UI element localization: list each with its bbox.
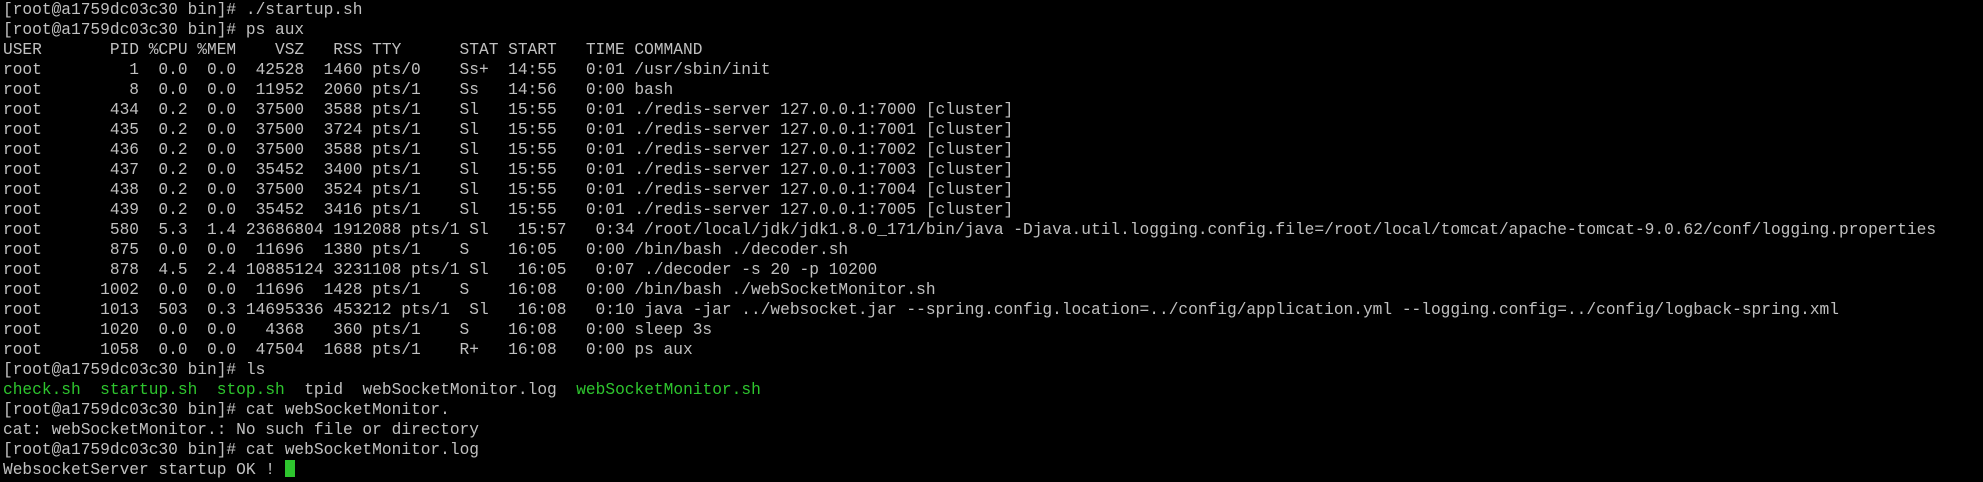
file-separator	[557, 381, 576, 399]
output-line: root 580 5.3 1.4 23686804 1912088 pts/1 …	[3, 220, 1981, 240]
output-line: root 436 0.2 0.0 37500 3588 pts/1 Sl 15:…	[3, 140, 1981, 160]
typed-command: cat webSocketMonitor.	[245, 401, 450, 419]
output-text: root 878 4.5 2.4 10885124 3231108 pts/1 …	[3, 261, 878, 279]
output-line: root 1020 0.0 0.0 4368 360 pts/1 S 16:08…	[3, 320, 1981, 340]
file-name: tpid	[304, 381, 344, 399]
output-text: root 1020 0.0 0.0 4368 360 pts/1 S 16:08…	[3, 321, 713, 339]
output-text: root 1058 0.0 0.0 47504 1688 pts/1 R+ 16…	[3, 341, 693, 359]
file-separator	[343, 381, 362, 399]
output-line: WebsocketServer startup OK !	[3, 460, 1981, 480]
output-text: root 439 0.2 0.0 35452 3416 pts/1 Sl 15:…	[3, 201, 1014, 219]
file-separator	[81, 381, 100, 399]
output-line: root 437 0.2 0.0 35452 3400 pts/1 Sl 15:…	[3, 160, 1981, 180]
output-line: root 8 0.0 0.0 11952 2060 pts/1 Ss 14:56…	[3, 80, 1981, 100]
shell-prompt: [root@a1759dc03c30 bin]#	[3, 21, 246, 39]
output-text: root 1 0.0 0.0 42528 1460 pts/0 Ss+ 14:5…	[3, 61, 771, 79]
output-line: root 878 4.5 2.4 10885124 3231108 pts/1 …	[3, 260, 1981, 280]
output-text: root 438 0.2 0.0 37500 3524 pts/1 Sl 15:…	[3, 181, 1014, 199]
command-line: [root@a1759dc03c30 bin]# ls	[3, 360, 1981, 380]
typed-command: cat webSocketMonitor.log	[245, 441, 479, 459]
output-line: USER PID %CPU %MEM VSZ RSS TTY STAT STAR…	[3, 40, 1981, 60]
executable-file-name: webSocketMonitor.sh	[576, 381, 761, 399]
output-text: root 435 0.2 0.0 37500 3724 pts/1 Sl 15:…	[3, 121, 1014, 139]
output-text: root 1002 0.0 0.0 11696 1428 pts/1 S 16:…	[3, 281, 936, 299]
command-line: [root@a1759dc03c30 bin]# cat webSocketMo…	[3, 440, 1981, 460]
output-text: WebsocketServer startup OK !	[3, 461, 275, 479]
output-line: root 875 0.0 0.0 11696 1380 pts/1 S 16:0…	[3, 240, 1981, 260]
output-text: root 1013 503 0.3 14695336 453212 pts/1 …	[3, 301, 1839, 319]
output-line: root 1 0.0 0.0 42528 1460 pts/0 Ss+ 14:5…	[3, 60, 1981, 80]
executable-file-name: stop.sh	[216, 381, 285, 399]
shell-prompt: [root@a1759dc03c30 bin]#	[3, 361, 246, 379]
output-line: root 434 0.2 0.0 37500 3588 pts/1 Sl 15:…	[3, 100, 1981, 120]
output-line: cat: webSocketMonitor.: No such file or …	[3, 420, 1981, 440]
output-text: root 875 0.0 0.0 11696 1380 pts/1 S 16:0…	[3, 241, 849, 259]
file-separator	[197, 381, 216, 399]
output-line: root 435 0.2 0.0 37500 3724 pts/1 Sl 15:…	[3, 120, 1981, 140]
command-line: [root@a1759dc03c30 bin]# ./startup.sh	[3, 0, 1981, 20]
output-line: root 1013 503 0.3 14695336 453212 pts/1 …	[3, 300, 1981, 320]
output-line: root 439 0.2 0.0 35452 3416 pts/1 Sl 15:…	[3, 200, 1981, 220]
executable-file-name: startup.sh	[100, 381, 198, 399]
command-line: [root@a1759dc03c30 bin]# cat webSocketMo…	[3, 400, 1981, 420]
output-text: root 8 0.0 0.0 11952 2060 pts/1 Ss 14:56…	[3, 81, 674, 99]
shell-prompt: [root@a1759dc03c30 bin]#	[3, 441, 246, 459]
output-text: root 434 0.2 0.0 37500 3588 pts/1 Sl 15:…	[3, 101, 1014, 119]
executable-file-name: check.sh	[3, 381, 81, 399]
command-line: [root@a1759dc03c30 bin]# ps aux	[3, 20, 1981, 40]
output-text: USER PID %CPU %MEM VSZ RSS TTY STAT STAR…	[3, 41, 703, 59]
output-text: cat: webSocketMonitor.: No such file or …	[3, 421, 479, 439]
text-cursor	[284, 460, 295, 477]
shell-prompt: [root@a1759dc03c30 bin]#	[3, 401, 246, 419]
output-line: root 1002 0.0 0.0 11696 1428 pts/1 S 16:…	[3, 280, 1981, 300]
output-text: root 437 0.2 0.0 35452 3400 pts/1 Sl 15:…	[3, 161, 1014, 179]
terminal-window[interactable]: [root@a1759dc03c30 bin]# ./startup.sh [ro…	[3, 0, 1981, 482]
typed-command: ./startup.sh	[245, 1, 363, 19]
shell-prompt: [root@a1759dc03c30 bin]#	[3, 1, 246, 19]
output-line: root 1058 0.0 0.0 47504 1688 pts/1 R+ 16…	[3, 340, 1981, 360]
typed-command: ls	[245, 361, 266, 379]
output-line: root 438 0.2 0.0 37500 3524 pts/1 Sl 15:…	[3, 180, 1981, 200]
file-separator	[285, 381, 304, 399]
ls-output-line: check.sh startup.sh stop.sh tpid webSock…	[3, 380, 1981, 400]
cursor-gap	[275, 461, 285, 479]
file-name: webSocketMonitor.log	[362, 381, 557, 399]
typed-command: ps aux	[245, 21, 305, 39]
output-text: root 436 0.2 0.0 37500 3588 pts/1 Sl 15:…	[3, 141, 1014, 159]
output-text: root 580 5.3 1.4 23686804 1912088 pts/1 …	[3, 221, 1937, 239]
